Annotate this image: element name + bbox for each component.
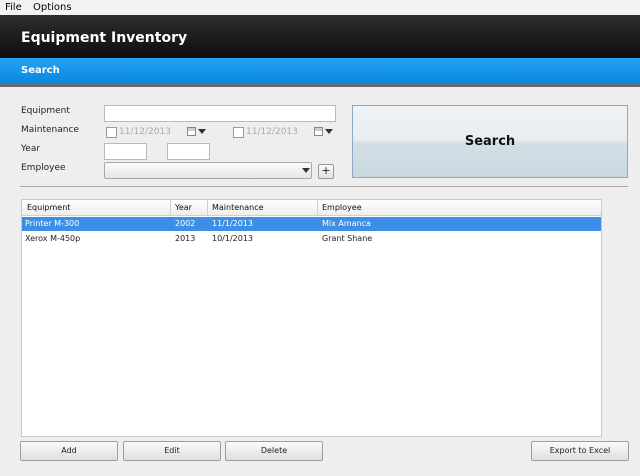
column-separator[interactable] <box>170 200 171 216</box>
year-from-input[interactable] <box>104 143 147 160</box>
menu-file[interactable]: File <box>5 2 22 13</box>
app-header: Equipment Inventory <box>0 15 640 58</box>
delete-button[interactable]: Delete <box>225 441 323 461</box>
cell-employee: Mix Amanca <box>322 219 371 228</box>
section-title: Search <box>21 65 60 76</box>
table-row[interactable]: Xerox M-450p 2013 10/1/2013 Grant Shane <box>22 232 601 246</box>
equipment-input[interactable] <box>104 105 336 122</box>
column-header-maintenance[interactable]: Maintenance <box>212 203 264 212</box>
column-header-year[interactable]: Year <box>175 203 192 212</box>
column-header-employee[interactable]: Employee <box>322 203 362 212</box>
maintenance-from-value: 11/12/2013 <box>119 127 171 137</box>
cell-employee: Grant Shane <box>322 234 373 243</box>
menu-bar: File Options <box>0 0 640 15</box>
cell-maintenance: 10/1/2013 <box>212 234 254 243</box>
year-to-input[interactable] <box>167 143 210 160</box>
table-row[interactable]: Printer M-300 2002 11/1/2013 Mix Amanca <box>22 217 601 231</box>
table-header: Equipment Year Maintenance Employee <box>22 200 601 216</box>
results-table[interactable]: Equipment Year Maintenance Employee Prin… <box>21 199 602 437</box>
search-button[interactable]: Search <box>352 105 628 178</box>
export-to-excel-button[interactable]: Export to Excel <box>531 441 629 461</box>
calendar-icon[interactable] <box>187 127 196 136</box>
maintenance-label: Maintenance <box>21 125 79 135</box>
add-employee-button[interactable]: + <box>318 164 334 179</box>
column-separator[interactable] <box>317 200 318 216</box>
column-header-equipment[interactable]: Equipment <box>27 203 70 212</box>
section-bar: Search <box>0 58 640 84</box>
app-title: Equipment Inventory <box>21 30 188 46</box>
edit-button[interactable]: Edit <box>123 441 221 461</box>
chevron-down-icon[interactable] <box>302 168 310 173</box>
chevron-down-icon[interactable] <box>325 129 333 134</box>
employee-label: Employee <box>21 163 66 173</box>
divider <box>20 186 628 187</box>
year-label: Year <box>21 144 41 154</box>
cell-year: 2013 <box>175 234 196 243</box>
plus-icon: + <box>321 164 331 177</box>
add-button[interactable]: Add <box>20 441 118 461</box>
section-underline <box>0 84 640 87</box>
employee-select[interactable] <box>104 162 312 179</box>
cell-equipment: Printer M-300 <box>25 219 80 228</box>
maintenance-to-checkbox[interactable] <box>233 127 244 138</box>
maintenance-to-value: 11/12/2013 <box>246 127 298 137</box>
chevron-down-icon[interactable] <box>198 129 206 134</box>
maintenance-from-checkbox[interactable] <box>106 127 117 138</box>
cell-maintenance: 11/1/2013 <box>212 219 254 228</box>
cell-year: 2002 <box>175 219 196 228</box>
menu-options[interactable]: Options <box>33 2 72 13</box>
cell-equipment: Xerox M-450p <box>25 234 81 243</box>
calendar-icon[interactable] <box>314 127 323 136</box>
equipment-label: Equipment <box>21 106 70 116</box>
column-separator[interactable] <box>207 200 208 216</box>
